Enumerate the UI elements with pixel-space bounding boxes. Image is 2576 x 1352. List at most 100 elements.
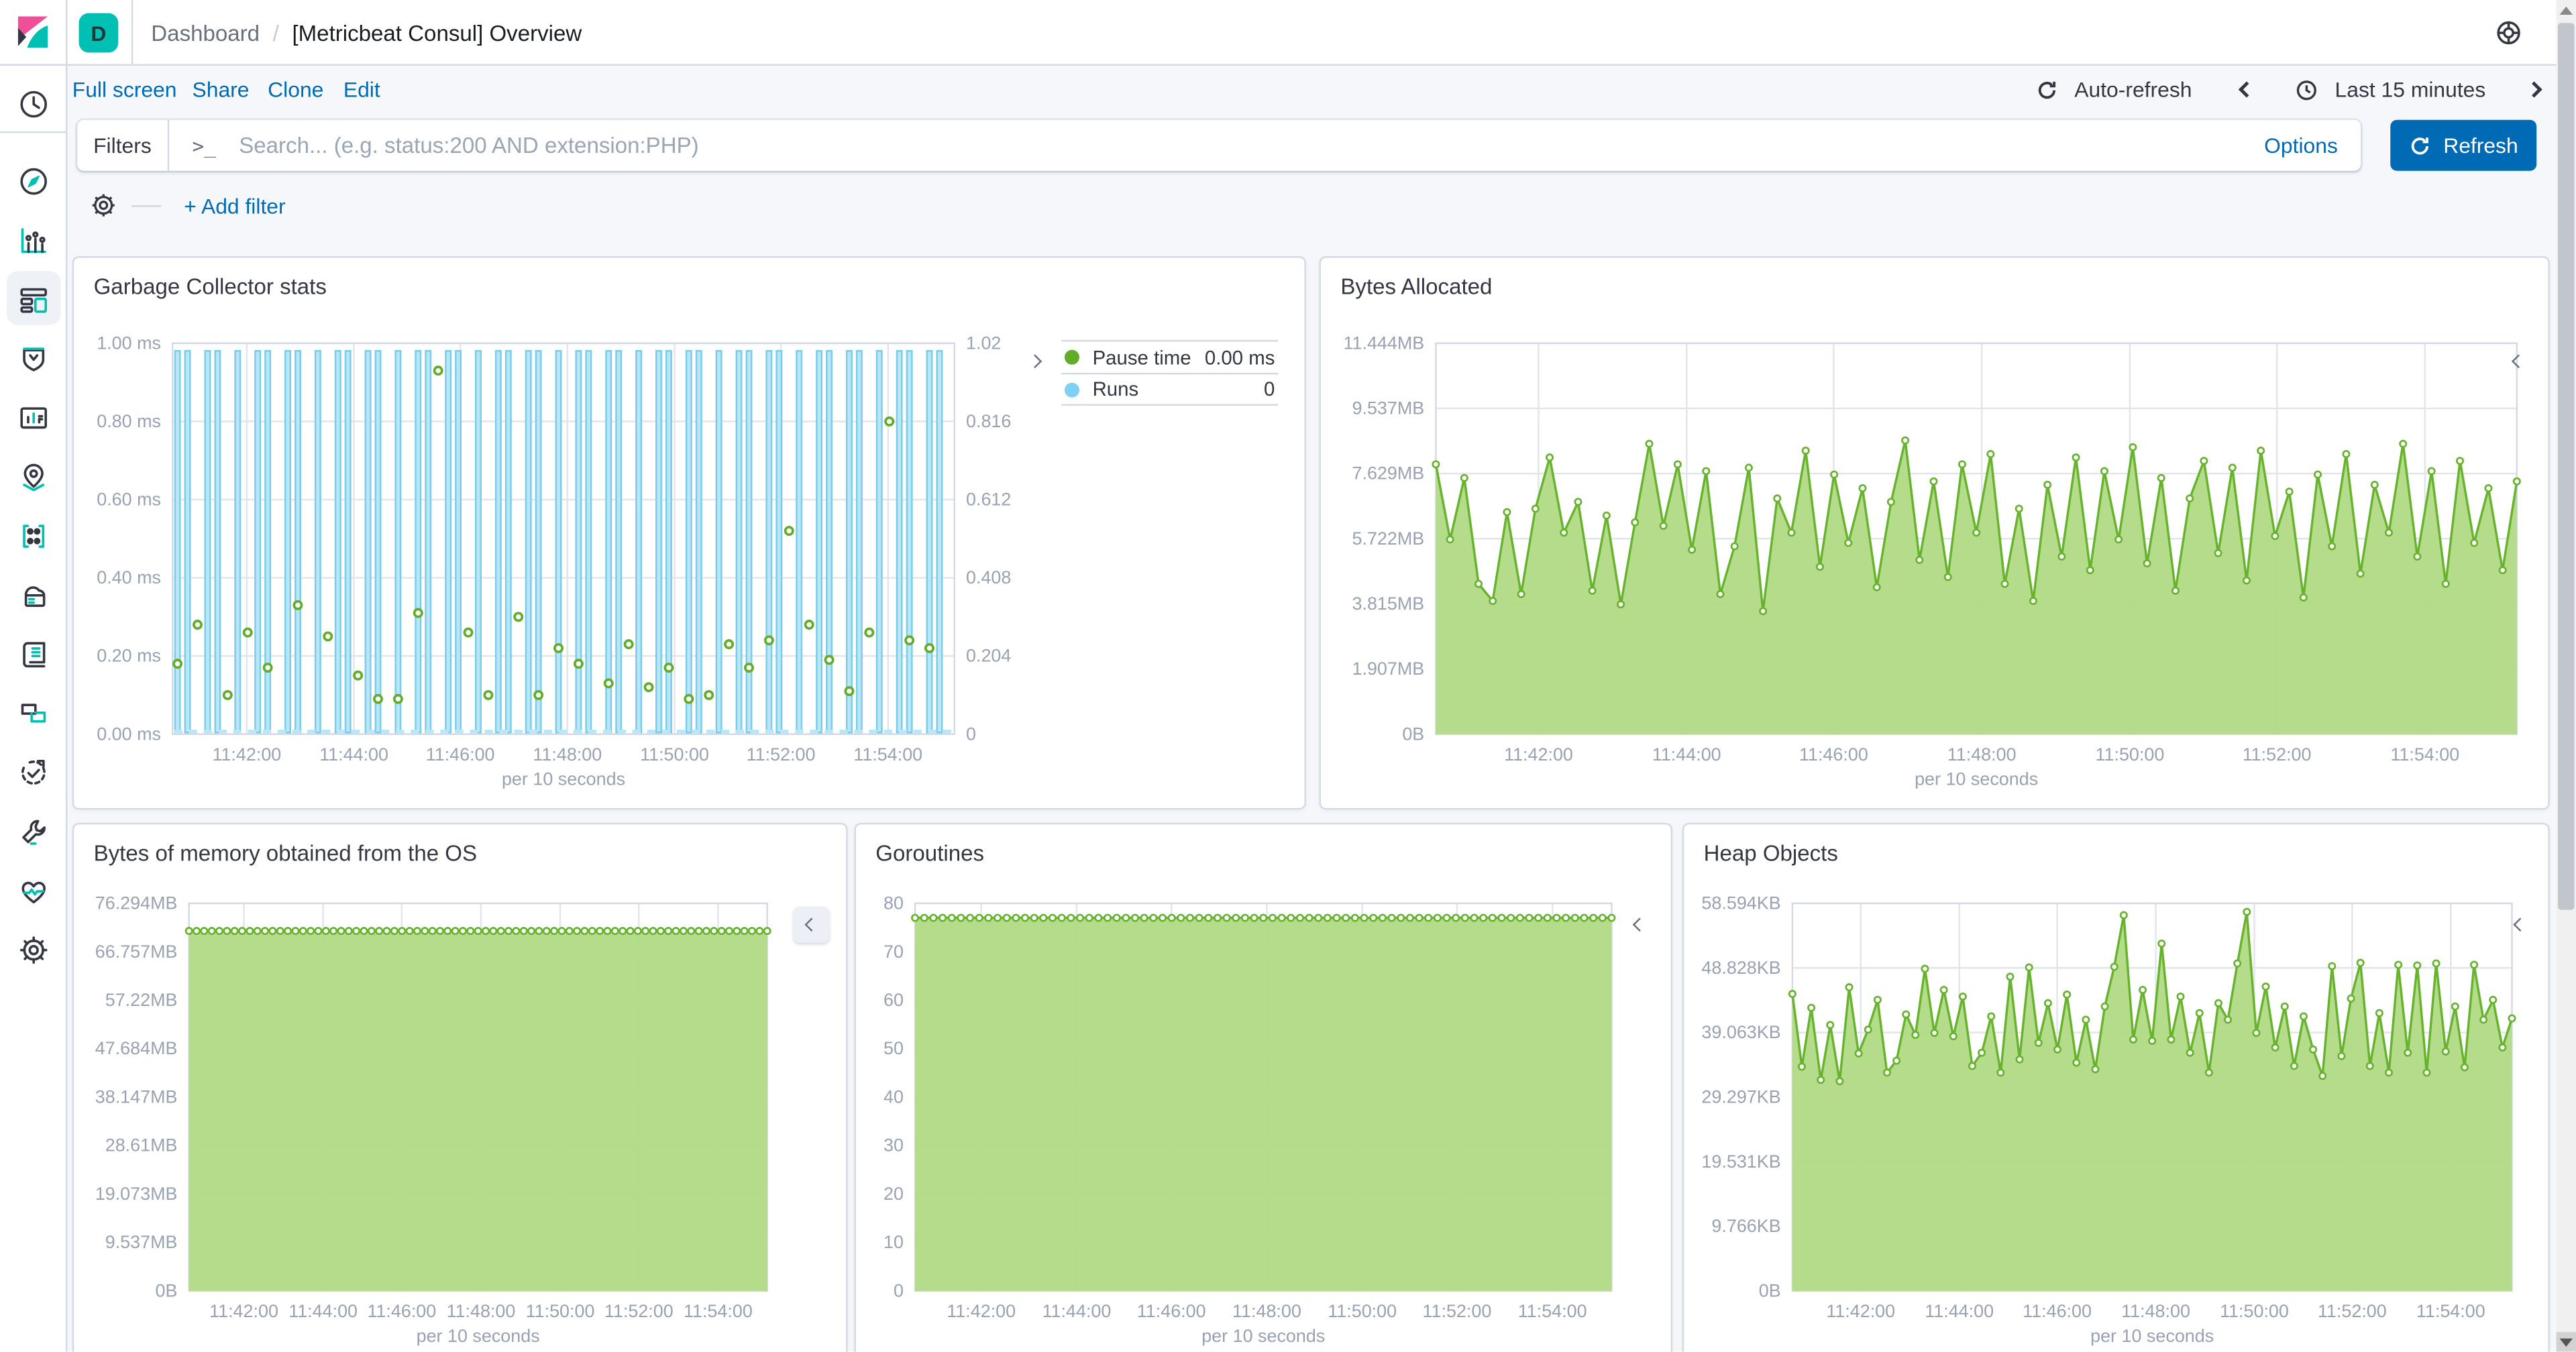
sidebar-item-maps[interactable] [13,457,53,496]
sidebar-item-dashboard[interactable] [13,279,53,319]
svg-text:11:46:00: 11:46:00 [1137,1301,1206,1321]
legend-expand-button[interactable] [1621,907,1658,943]
svg-text:11:50:00: 11:50:00 [2096,744,2165,765]
svg-text:11:50:00: 11:50:00 [640,744,709,765]
sidebar-item-dev-tools[interactable] [13,811,53,851]
sidebar-item-visualize[interactable] [13,220,53,260]
dashboard-toolbar: Full screen Share Clone Edit Auto-refres… [67,66,2556,115]
legend-expand-button[interactable] [2502,907,2538,943]
svg-text:11:50:00: 11:50:00 [2220,1301,2289,1321]
svg-text:0.408: 0.408 [966,567,1011,587]
scrollbar-down-arrow[interactable] [2556,1332,2576,1352]
svg-text:11:54:00: 11:54:00 [684,1301,753,1321]
svg-text:38.147MB: 38.147MB [95,1086,178,1107]
svg-text:19.073MB: 19.073MB [95,1184,178,1204]
heap-objects-chart: 58.594KB 48.828KB 39.063KB 29.297KB 19.531KB… [1690,890,2525,1351]
refresh-button[interactable]: Refresh [2390,119,2537,171]
svg-text:20: 20 [883,1184,904,1204]
main-content: Full screen Share Clone Edit Auto-refres… [67,65,2557,1352]
svg-text:11:48:00: 11:48:00 [1947,744,2017,765]
svg-text:11:52:00: 11:52:00 [2318,1301,2387,1321]
svg-text:0.80 ms: 0.80 ms [97,411,161,431]
sidebar-item-uptime[interactable] [13,752,53,792]
svg-text:11:44:00: 11:44:00 [288,1301,358,1321]
scrollbar-up-arrow[interactable] [2556,0,2576,20]
svg-text:11:52:00: 11:52:00 [747,744,816,765]
legend-row-pause-time[interactable]: Pause time 0.00 ms [1061,339,1279,373]
space-badge[interactable]: D [78,13,119,53]
svg-text:28.61MB: 28.61MB [105,1135,178,1156]
svg-text:11:46:00: 11:46:00 [367,1301,436,1321]
refresh-icon [2412,136,2429,154]
legend-value: 0 [1264,378,1275,401]
map-pin-icon [22,463,44,491]
svg-text:0B: 0B [1759,1280,1781,1300]
time-range-button[interactable]: Last 15 minutes [2335,77,2486,102]
edit-link[interactable]: Edit [343,77,380,102]
filters-button[interactable]: Filters [77,119,170,171]
legend-expand-button[interactable] [2500,343,2536,380]
help-lifebuoy-icon[interactable] [2494,18,2524,48]
bytes-allocated-chart: 11.444MB 9.537MB 7.629MB 5.722MB 3.815MB 1.90… [1331,323,2540,803]
auto-refresh-button[interactable]: Auto-refresh [2074,77,2192,102]
legend-collapse-button[interactable] [1017,343,1053,380]
kibana-logo-icon[interactable] [13,13,53,53]
svg-text:9.766KB: 9.766KB [1711,1216,1780,1236]
gc-stats-chart: 1.00 ms 0.80 ms 0.60 ms 0.40 ms 0.20 ms 0.00 … [80,323,1030,803]
sidebar-item-machine-learning[interactable] [13,516,53,555]
panel-bytes-memory-os: Bytes of memory obtained from the OS 76.… [72,822,848,1352]
page-scrollbar[interactable] [2556,0,2576,1352]
clock-icon [19,90,46,117]
sidebar-item-siem[interactable] [13,338,53,378]
breadcrumb-dashboard-link[interactable]: Dashboard [151,21,260,46]
app-sidebar [0,65,68,1352]
svg-text:11:54:00: 11:54:00 [853,744,922,765]
logs-scroll-icon [22,641,45,667]
panel-garbage-collector-stats: Garbage Collector stats 1.00 ms 0.80 ms 0.… [72,256,1306,810]
time-back-button[interactable] [2239,81,2255,98]
svg-text:11:42:00: 11:42:00 [212,744,281,765]
legend-row-runs[interactable]: Runs 0 [1061,372,1279,406]
filter-row: + Add filter [67,184,286,227]
search-bar: Filters >_ Options [77,119,2361,171]
sidebar-item-apm[interactable] [13,693,53,732]
sidebar-item-discover[interactable] [13,161,53,201]
legend-value: 0.00 ms [1204,345,1275,369]
cloud-server-icon [23,585,45,606]
svg-text:0.00 ms: 0.00 ms [97,724,161,744]
clock-icon [2297,79,2317,100]
memory-os-chart: 76.294MB 66.757MB 57.22MB 47.684MB 38.147MB 2… [80,890,777,1351]
share-link[interactable]: Share [193,77,250,102]
filter-settings-gear-icon[interactable] [89,190,118,220]
svg-text:11.444MB: 11.444MB [1344,333,1425,353]
sidebar-item-stack-monitoring[interactable] [13,870,53,910]
canvas-frame-icon [19,406,46,428]
gear-icon [19,936,47,963]
sidebar-item-canvas[interactable] [13,398,53,437]
full-screen-link[interactable]: Full screen [72,77,177,102]
sidebar-item-infrastructure[interactable] [13,575,53,614]
sidebar-item-recently-viewed[interactable] [13,84,53,123]
svg-text:57.22MB: 57.22MB [105,990,178,1010]
svg-text:per 10 seconds: per 10 seconds [502,769,625,789]
svg-text:0.204: 0.204 [966,646,1011,666]
svg-text:76.294MB: 76.294MB [95,893,178,913]
sidebar-item-logs[interactable] [13,634,53,673]
svg-text:9.537MB: 9.537MB [105,1232,178,1252]
breadcrumb-separator: / [272,20,279,46]
scrollbar-thumb[interactable] [2558,23,2575,910]
clone-link[interactable]: Clone [268,77,323,102]
svg-text:47.684MB: 47.684MB [95,1038,178,1058]
search-input[interactable] [235,131,2265,160]
legend-expand-button[interactable] [793,906,830,943]
options-link[interactable]: Options [2264,133,2338,158]
svg-text:11:54:00: 11:54:00 [1518,1301,1587,1321]
compass-icon [19,167,46,194]
svg-text:5.722MB: 5.722MB [1352,528,1425,549]
add-filter-button[interactable]: + Add filter [184,193,285,218]
svg-text:1.02: 1.02 [966,333,1001,353]
svg-text:11:42:00: 11:42:00 [1826,1301,1895,1321]
sidebar-item-management[interactable] [13,929,53,969]
time-forward-button[interactable] [2526,81,2542,98]
svg-text:11:46:00: 11:46:00 [426,744,495,765]
